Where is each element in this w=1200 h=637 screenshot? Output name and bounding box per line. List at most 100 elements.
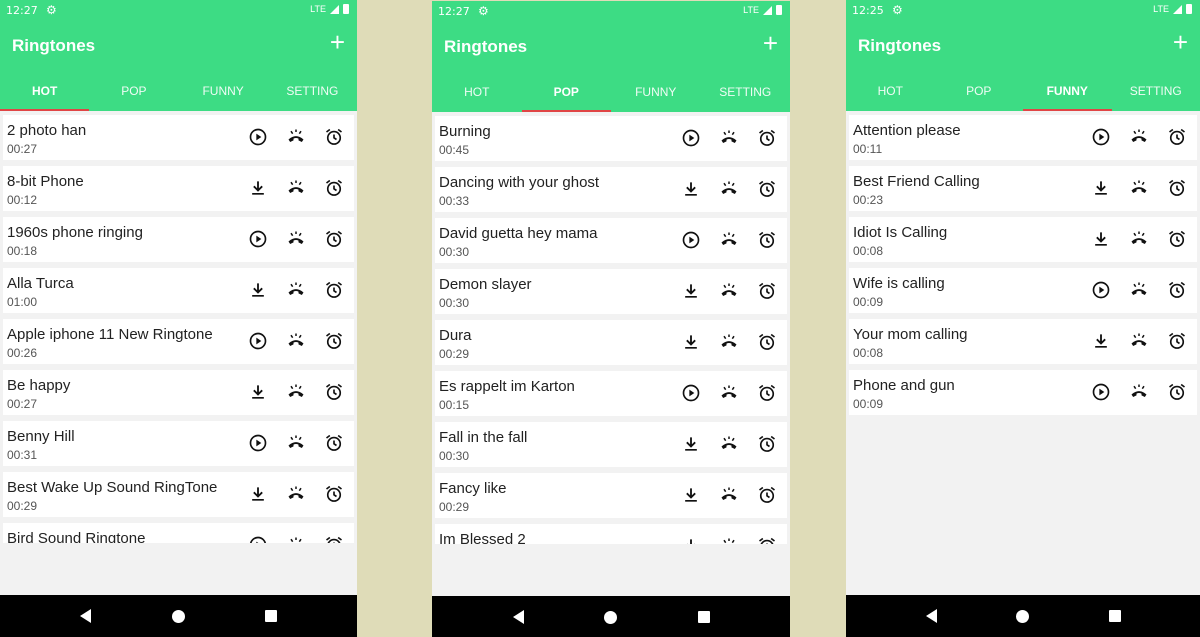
set-ringtone-icon[interactable] [286, 127, 306, 147]
back-icon[interactable] [512, 610, 524, 624]
set-ringtone-icon[interactable] [719, 536, 739, 544]
alarm-icon[interactable] [757, 434, 777, 454]
list-item[interactable]: Be happy 00:27 [3, 370, 354, 415]
list-item[interactable]: Attention please 00:11 [849, 115, 1197, 160]
set-ringtone-icon[interactable] [1129, 229, 1149, 249]
set-ringtone-icon[interactable] [286, 331, 306, 351]
set-ringtone-icon[interactable] [286, 280, 306, 300]
alarm-icon[interactable] [324, 178, 344, 198]
play-icon[interactable] [248, 331, 268, 351]
list-item[interactable]: 1960s phone ringing 00:18 [3, 217, 354, 262]
tab-setting[interactable]: SETTING [1112, 68, 1200, 111]
download-icon[interactable] [248, 382, 268, 402]
download-icon[interactable] [1091, 229, 1111, 249]
download-icon[interactable] [248, 178, 268, 198]
list-item[interactable]: Dura 00:29 [435, 320, 787, 365]
home-icon[interactable] [171, 609, 185, 623]
alarm-icon[interactable] [757, 179, 777, 199]
alarm-icon[interactable] [324, 229, 344, 249]
set-ringtone-icon[interactable] [719, 332, 739, 352]
alarm-icon[interactable] [324, 484, 344, 504]
list-item[interactable]: Es rappelt im Karton 00:15 [435, 371, 787, 416]
alarm-icon[interactable] [757, 128, 777, 148]
play-icon[interactable] [681, 230, 701, 250]
list-item[interactable]: Fancy like 00:29 [435, 473, 787, 518]
alarm-icon[interactable] [324, 127, 344, 147]
set-ringtone-icon[interactable] [719, 179, 739, 199]
tab-funny[interactable]: FUNNY [611, 69, 701, 112]
download-icon[interactable] [681, 332, 701, 352]
play-icon[interactable] [1091, 382, 1111, 402]
set-ringtone-icon[interactable] [1129, 280, 1149, 300]
alarm-icon[interactable] [1167, 127, 1187, 147]
set-ringtone-icon[interactable] [719, 128, 739, 148]
set-ringtone-icon[interactable] [286, 229, 306, 249]
add-icon[interactable]: + [763, 30, 778, 56]
list-item[interactable]: Best Friend Calling 00:23 [849, 166, 1197, 211]
list-item[interactable]: Burning 00:45 [435, 116, 787, 161]
list-item[interactable]: Best Wake Up Sound RingTone 00:29 [3, 472, 354, 517]
download-icon[interactable] [1091, 178, 1111, 198]
set-ringtone-icon[interactable] [286, 382, 306, 402]
download-icon[interactable] [248, 484, 268, 504]
list-item[interactable]: 8-bit Phone 00:12 [3, 166, 354, 211]
alarm-icon[interactable] [757, 383, 777, 403]
tab-funny[interactable]: FUNNY [179, 68, 268, 111]
tab-hot[interactable]: HOT [0, 68, 90, 111]
list-item[interactable]: Im Blessed 2 [435, 524, 787, 544]
list-item[interactable]: Wife is calling 00:09 [849, 268, 1197, 313]
play-icon[interactable] [248, 127, 268, 147]
alarm-icon[interactable] [324, 535, 344, 543]
tab-setting[interactable]: SETTING [268, 68, 357, 111]
play-icon[interactable] [681, 383, 701, 403]
download-icon[interactable] [681, 434, 701, 454]
recents-icon[interactable] [264, 610, 277, 622]
list-item[interactable]: Phone and gun 00:09 [849, 370, 1197, 415]
alarm-icon[interactable] [1167, 331, 1187, 351]
set-ringtone-icon[interactable] [719, 383, 739, 403]
alarm-icon[interactable] [1167, 178, 1187, 198]
alarm-icon[interactable] [324, 433, 344, 453]
alarm-icon[interactable] [757, 332, 777, 352]
play-icon[interactable] [248, 433, 268, 453]
alarm-icon[interactable] [1167, 229, 1187, 249]
set-ringtone-icon[interactable] [286, 535, 306, 543]
alarm-icon[interactable] [757, 536, 777, 544]
tab-pop[interactable]: POP [935, 68, 1024, 111]
list-item[interactable]: Bird Sound Ringtone [3, 523, 354, 543]
set-ringtone-icon[interactable] [1129, 178, 1149, 198]
download-icon[interactable] [681, 485, 701, 505]
list-item[interactable]: 2 photo han 00:27 [3, 115, 354, 160]
list-item[interactable]: Idiot Is Calling 00:08 [849, 217, 1197, 262]
alarm-icon[interactable] [1167, 280, 1187, 300]
add-icon[interactable]: + [1173, 29, 1188, 55]
play-icon[interactable] [1091, 280, 1111, 300]
tab-funny[interactable]: FUNNY [1023, 68, 1112, 111]
download-icon[interactable] [1091, 331, 1111, 351]
home-icon[interactable] [1016, 609, 1029, 623]
recents-icon[interactable] [1108, 610, 1121, 622]
tab-hot[interactable]: HOT [432, 69, 522, 112]
set-ringtone-icon[interactable] [719, 281, 739, 301]
alarm-icon[interactable] [757, 281, 777, 301]
list-item[interactable]: David guetta hey mama 00:30 [435, 218, 787, 263]
set-ringtone-icon[interactable] [719, 485, 739, 505]
alarm-icon[interactable] [324, 280, 344, 300]
alarm-icon[interactable] [757, 230, 777, 250]
set-ringtone-icon[interactable] [286, 178, 306, 198]
download-icon[interactable] [681, 536, 701, 544]
play-icon[interactable] [248, 535, 268, 543]
set-ringtone-icon[interactable] [286, 484, 306, 504]
home-icon[interactable] [604, 610, 617, 624]
add-icon[interactable]: + [330, 29, 345, 55]
set-ringtone-icon[interactable] [719, 434, 739, 454]
recents-icon[interactable] [697, 611, 710, 623]
play-icon[interactable] [1091, 127, 1111, 147]
alarm-icon[interactable] [324, 382, 344, 402]
tab-hot[interactable]: HOT [846, 68, 935, 111]
alarm-icon[interactable] [324, 331, 344, 351]
alarm-icon[interactable] [757, 485, 777, 505]
download-icon[interactable] [681, 179, 701, 199]
tab-pop[interactable]: POP [521, 69, 612, 112]
set-ringtone-icon[interactable] [1129, 331, 1149, 351]
